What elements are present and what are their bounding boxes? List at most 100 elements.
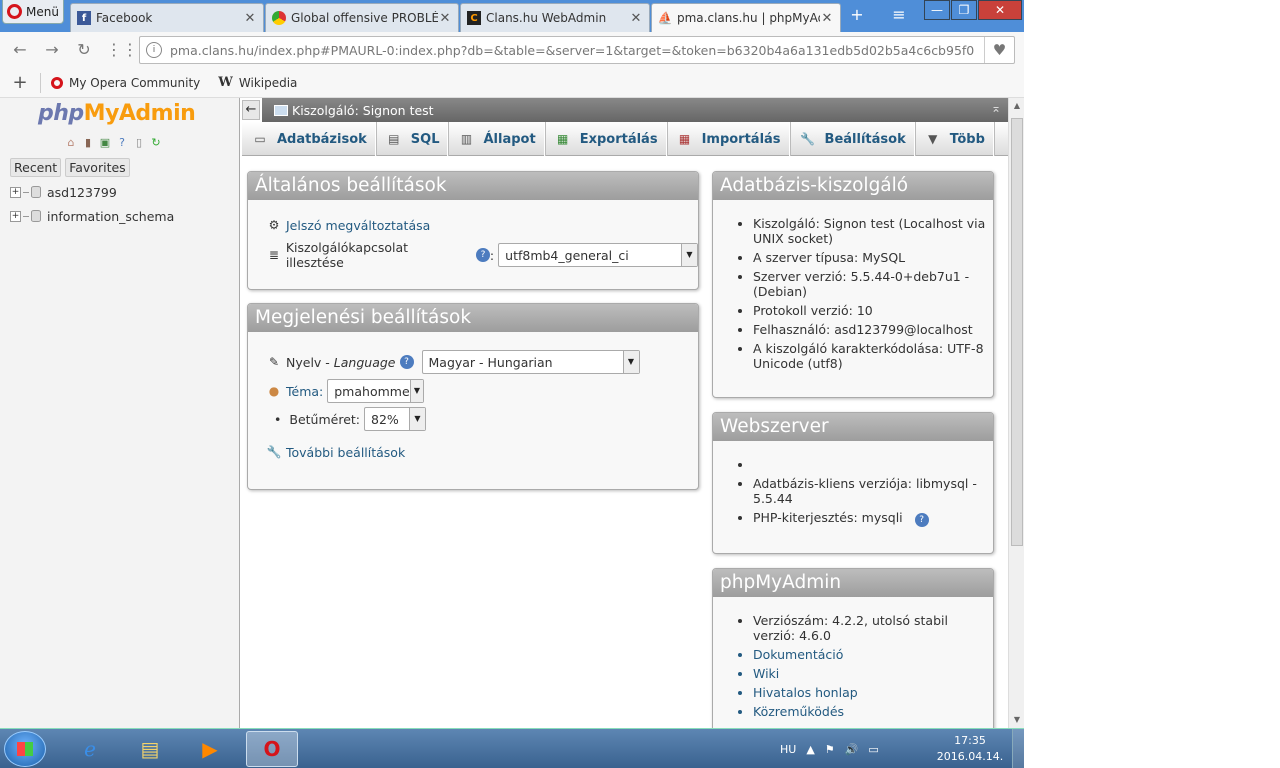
list-item: Felhasználó: asd123799@localhost [753,322,993,337]
tab-sql[interactable]: ▤ SQL [376,122,449,156]
docs-icon[interactable]: ▯ [132,136,146,150]
collapse-nav-button[interactable]: ← [242,100,260,120]
theme-label[interactable]: Téma: [286,384,323,399]
recent-tab[interactable]: Recent [10,158,62,177]
add-bookmark-icon[interactable]: + [0,72,40,93]
close-icon[interactable]: ✕ [820,11,834,26]
tab-databases[interactable]: ▭ Adatbázisok [242,122,376,156]
contribute-link[interactable]: Közreműködés [753,704,993,719]
tab-clans-webadmin[interactable]: C Clans.hu WebAdmin ✕ [460,3,650,32]
volume-icon[interactable]: 🔊 [845,743,859,756]
change-password-link[interactable]: Jelszó megváltoztatása [286,218,430,233]
tab-export[interactable]: ▦ Exportálás [545,122,667,156]
close-icon[interactable]: ✕ [629,11,643,26]
bookmark-my-opera[interactable]: My Opera Community [51,76,200,90]
db-item[interactable]: + asd123799 [10,180,174,204]
collation-select[interactable]: utf8mb4_general_ci ▼ [498,243,698,267]
expand-icon[interactable]: + [10,186,21,198]
window-close-icon[interactable]: ✕ [978,0,1022,20]
appearance-settings-panel: Megjelenési beállítások ✎ Nyelv - Langua… [247,303,699,490]
scroll-up-icon[interactable]: ▲ [1009,98,1024,114]
tab-phpmyadmin[interactable]: ⛵ pma.clans.hu | phpMyAdmin ✕ [651,3,841,32]
db-item[interactable]: + information_schema [10,204,174,228]
speed-dial-icon[interactable]: ⋮⋮ [106,40,138,60]
close-icon[interactable]: ✕ [438,11,452,26]
opera-logo-icon [7,4,22,19]
chevron-down-icon: ▼ [409,380,424,402]
language-indicator[interactable]: HU [780,743,796,756]
new-tab-icon[interactable]: + [846,5,868,25]
db-name[interactable]: information_schema [47,209,174,224]
tab-more[interactable]: ▼ Több [915,122,994,156]
language-select[interactable]: Magyar - Hungarian ▼ [421,350,640,374]
media-player-icon[interactable]: ▶ [184,731,236,767]
scroll-down-icon[interactable]: ▼ [1009,712,1024,728]
select-value: utf8mb4_general_ci [505,247,629,263]
database-icon: ▭ [254,132,266,146]
opera-menu-button[interactable]: Menü [2,0,64,24]
network-icon[interactable]: ▭ [868,743,878,756]
internet-explorer-icon[interactable]: ℯ [64,731,116,767]
phpmyadmin-logo[interactable]: phpMyAdmin [38,101,196,126]
fontsize-select[interactable]: 82% ▼ [364,407,426,431]
bookmark-label: Wikipedia [238,75,298,90]
help-icon[interactable]: ? [914,513,929,527]
help-icon[interactable]: ? [476,248,490,262]
reload-nav-icon[interactable]: ↻ [149,136,163,150]
reload-icon[interactable]: ↻ [74,40,94,60]
fontsize-label: Betűméret: [289,411,360,427]
help-icon[interactable]: ? [399,355,414,369]
documentation-link[interactable]: Dokumentáció [753,647,993,662]
help-icon[interactable]: ? [115,136,129,150]
tab-label: Clans.hu WebAdmin [486,11,607,25]
tab-menu-icon[interactable]: ≡ [888,5,910,25]
flag-icon[interactable]: ⚑ [825,743,835,756]
show-hidden-icons-icon[interactable]: ▲ [806,743,814,756]
query-window-icon[interactable]: ▣ [98,136,112,150]
logout-icon[interactable]: ▮ [81,136,95,150]
bookmark-heart-icon[interactable]: ♥ [984,37,1014,63]
tab-status[interactable]: ▥ Állapot [448,122,545,156]
list-item: Szerver verzió: 5.5.44-0+deb7u1 - (Debia… [753,269,993,299]
tab-facebook[interactable]: f Facebook ✕ [70,3,264,32]
db-name[interactable]: asd123799 [47,185,117,200]
wrench-icon: 🔧 [800,132,816,146]
opera-taskbar-icon[interactable]: O [246,731,298,767]
file-explorer-icon[interactable]: ▤ [124,731,176,767]
wiki-link[interactable]: Wiki [753,666,993,681]
site-info-icon[interactable]: i [146,42,162,58]
panel-title: Megjelenési beállítások [248,304,698,332]
back-icon[interactable]: ← [10,40,30,60]
nav-icon-row: ⌂ ▮ ▣ ? ▯ ↻ [64,136,163,150]
tab-settings[interactable]: 🔧 Beállítások [790,122,915,156]
clock-time: 17:35 [954,734,986,747]
server-title[interactable]: Kiszolgáló: Signon test [292,103,434,118]
change-password-row: ⚙ Jelszó megváltoztatása [266,217,431,233]
bookmark-wikipedia[interactable]: W Wikipedia [218,75,297,90]
tab-global-offensive[interactable]: Global offensive PROBLÉMA ✕ [265,3,459,32]
desktop-area [1024,0,1280,728]
close-icon[interactable]: ✕ [243,11,257,26]
favorites-tab[interactable]: Favorites [65,158,130,177]
scrollbar-thumb[interactable] [1011,118,1023,546]
select-value: Magyar - Hungarian [428,354,553,370]
maximize-icon[interactable]: ❐ [951,0,977,20]
show-desktop-button[interactable] [1012,729,1024,768]
url-field[interactable]: i pma.clans.hu/index.php#PMAURL-0:index.… [139,36,1015,64]
status-icon: ▥ [460,132,473,146]
server-breadcrumb: Kiszolgáló: Signon test ⌅ [262,98,1008,122]
home-icon[interactable]: ⌂ [64,136,78,150]
forward-icon[interactable]: → [42,40,62,60]
database-icon [31,210,41,222]
scroll-top-icon[interactable]: ⌅ [988,101,1004,117]
tab-import[interactable]: ▦ Importálás [667,122,790,156]
theme-select[interactable]: pmahomme ▼ [327,379,425,403]
homepage-link[interactable]: Hivatalos honlap [753,685,993,700]
start-button[interactable] [4,731,46,767]
vertical-scrollbar[interactable]: ▲ ▼ [1008,98,1024,728]
minimize-icon[interactable]: — [924,0,950,20]
server-icon [274,104,288,116]
more-settings-link[interactable]: További beállítások [286,445,405,460]
clock[interactable]: 17:35 2016.04.14. [930,733,1010,765]
expand-icon[interactable]: + [10,210,21,222]
